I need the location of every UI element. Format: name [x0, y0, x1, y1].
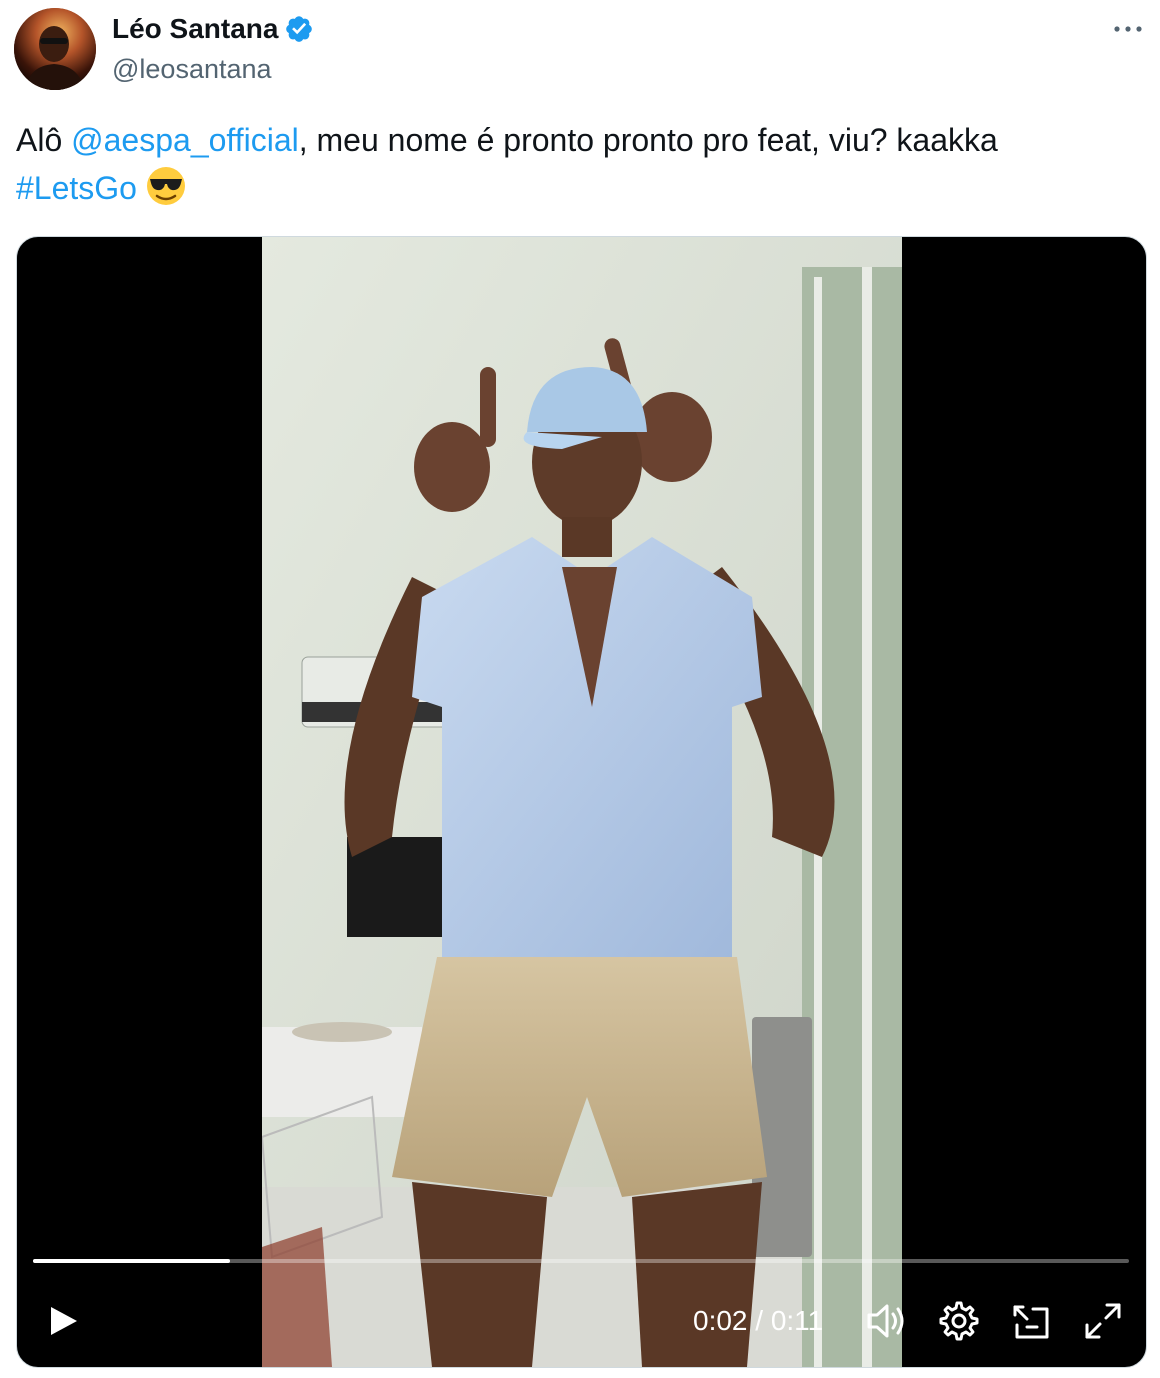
- picture-in-picture-icon[interactable]: [1009, 1299, 1053, 1343]
- fullscreen-icon[interactable]: [1081, 1299, 1125, 1343]
- play-icon[interactable]: [43, 1299, 83, 1343]
- tweet-text-prefix: Alô: [16, 122, 72, 158]
- video-frame[interactable]: [262, 237, 902, 1367]
- avatar-image: [14, 8, 96, 90]
- video-time-display: 0:02 / 0:11: [693, 1305, 824, 1336]
- video-still-image: [262, 237, 902, 1367]
- sunglasses-emoji-icon: [146, 167, 185, 205]
- settings-gear-icon[interactable]: [937, 1299, 981, 1343]
- author-handle[interactable]: @leosantana: [112, 52, 272, 86]
- more-options-icon[interactable]: [1108, 14, 1148, 44]
- hashtag-link[interactable]: #LetsGo: [16, 170, 137, 206]
- video-player[interactable]: 0:02 / 0:11: [16, 236, 1147, 1368]
- video-progress-bar[interactable]: [33, 1259, 1129, 1263]
- verified-badge-icon[interactable]: [284, 14, 314, 44]
- author-avatar[interactable]: [14, 8, 96, 90]
- display-name-text[interactable]: Léo Santana: [112, 12, 278, 46]
- tweet-text-middle: , meu nome é pronto pronto pro feat, viu…: [298, 122, 998, 158]
- mention-link[interactable]: @aespa_official: [71, 122, 299, 158]
- tweet-text: Alô @aespa_official, meu nome é pronto p…: [16, 116, 1136, 212]
- volume-icon[interactable]: [865, 1299, 907, 1343]
- tweet-card: Léo Santana @leosantana Alô @aespa_offic…: [0, 0, 1160, 1378]
- author-display-name[interactable]: Léo Santana: [112, 12, 314, 46]
- video-progress-fill: [33, 1259, 231, 1263]
